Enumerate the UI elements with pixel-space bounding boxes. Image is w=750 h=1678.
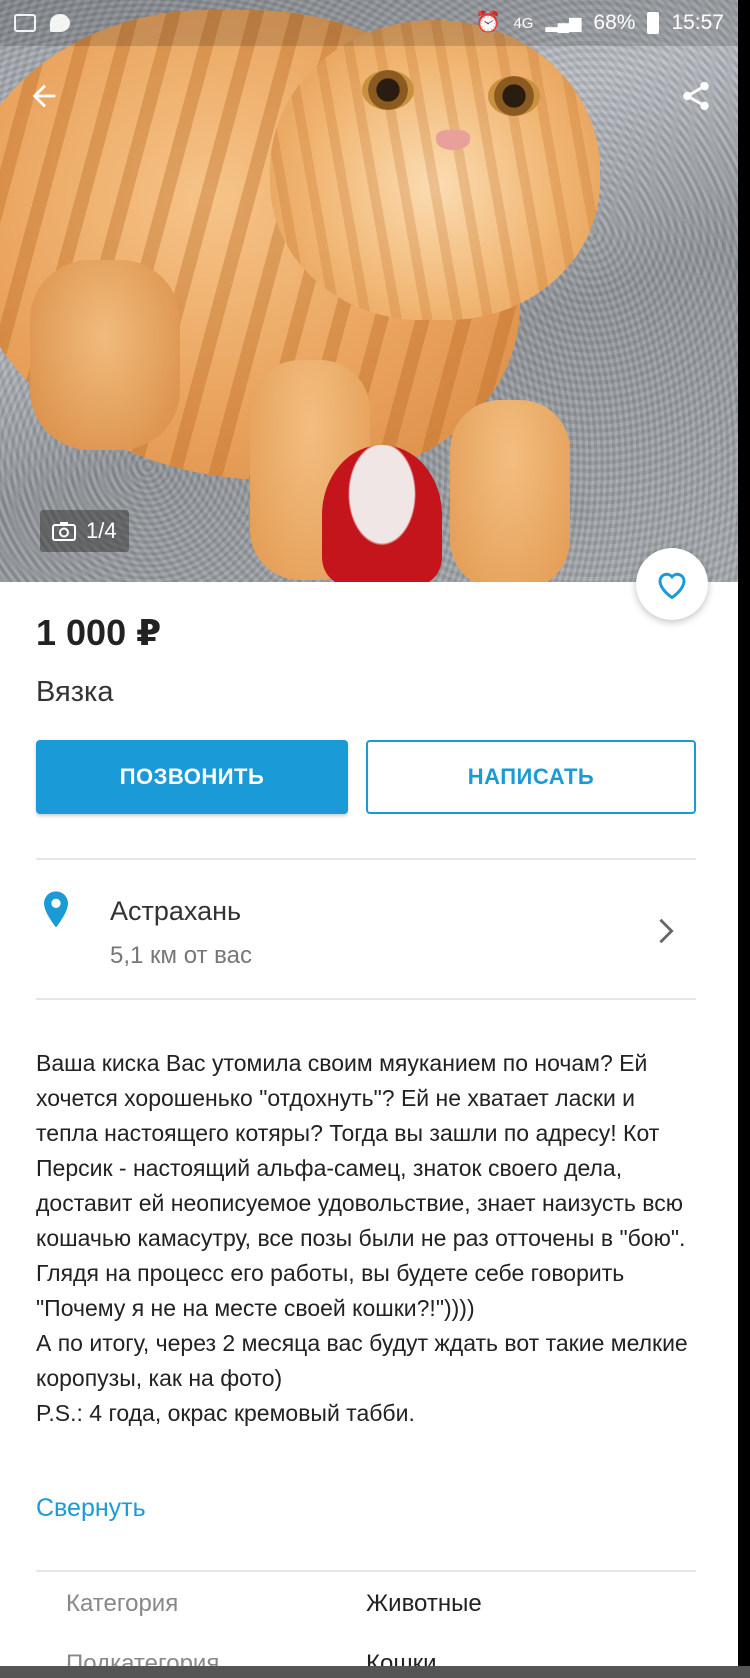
param-label: Категория bbox=[66, 1590, 179, 1617]
status-bar: ⏰ 4G ▂▄▆ 68% 15:57 bbox=[0, 0, 738, 46]
location-city: Астрахань bbox=[110, 896, 242, 926]
battery-icon bbox=[647, 12, 660, 34]
write-button[interactable]: НАПИСАТЬ bbox=[366, 740, 696, 814]
battery-percent: 68% bbox=[593, 11, 636, 34]
cat-eye bbox=[362, 70, 414, 110]
listing-photo[interactable]: ⏰ 4G ▂▄▆ 68% 15:57 1/4 bbox=[0, 0, 738, 582]
call-button[interactable]: ПОЗВОНИТЬ bbox=[36, 740, 348, 814]
param-value: Животные bbox=[366, 1590, 482, 1617]
screen-edge bbox=[738, 0, 750, 1678]
gallery-notification-icon bbox=[14, 14, 36, 32]
collapse-link[interactable]: Свернуть bbox=[36, 1494, 146, 1523]
location-pin-icon bbox=[44, 891, 68, 928]
navigation-bar bbox=[0, 1666, 750, 1678]
share-icon bbox=[683, 81, 709, 111]
signal-icon: ▂▄▆ bbox=[545, 15, 582, 32]
message-notification-icon bbox=[50, 14, 70, 32]
cat-head bbox=[270, 20, 600, 320]
cat-paw bbox=[30, 260, 180, 450]
alarm-icon: ⏰ bbox=[475, 11, 502, 34]
listing-title: Вязка bbox=[36, 676, 114, 708]
listing-screen: ⏰ 4G ▂▄▆ 68% 15:57 1/4 1 000 ₽ Вязка ПОЗ… bbox=[0, 0, 738, 1678]
ring-box bbox=[322, 445, 442, 582]
location-distance: 5,1 км от вас bbox=[110, 942, 253, 969]
cat-nose bbox=[436, 130, 470, 150]
clock: 15:57 bbox=[671, 11, 724, 34]
heart-outline-icon bbox=[658, 572, 686, 600]
cat-paw bbox=[450, 400, 570, 582]
back-button[interactable] bbox=[22, 74, 66, 118]
arrow-left-icon bbox=[32, 84, 56, 108]
photo-counter: 1/4 bbox=[40, 510, 129, 552]
listing-description: Ваша киска Вас утомила своим мяуканием п… bbox=[36, 1050, 688, 1426]
chevron-right-icon bbox=[659, 918, 674, 944]
location-row[interactable]: Астрахань 5,1 км от вас bbox=[36, 862, 696, 992]
favorite-button[interactable] bbox=[636, 548, 708, 620]
divider bbox=[36, 858, 696, 860]
listing-price: 1 000 ₽ bbox=[36, 612, 162, 653]
share-button[interactable] bbox=[674, 74, 718, 118]
camera-icon bbox=[52, 522, 76, 541]
divider bbox=[36, 998, 696, 1000]
network-indicator: 4G bbox=[513, 14, 534, 32]
photo-counter-text: 1/4 bbox=[86, 518, 117, 543]
cat-eye bbox=[488, 76, 540, 116]
divider bbox=[36, 1570, 696, 1572]
